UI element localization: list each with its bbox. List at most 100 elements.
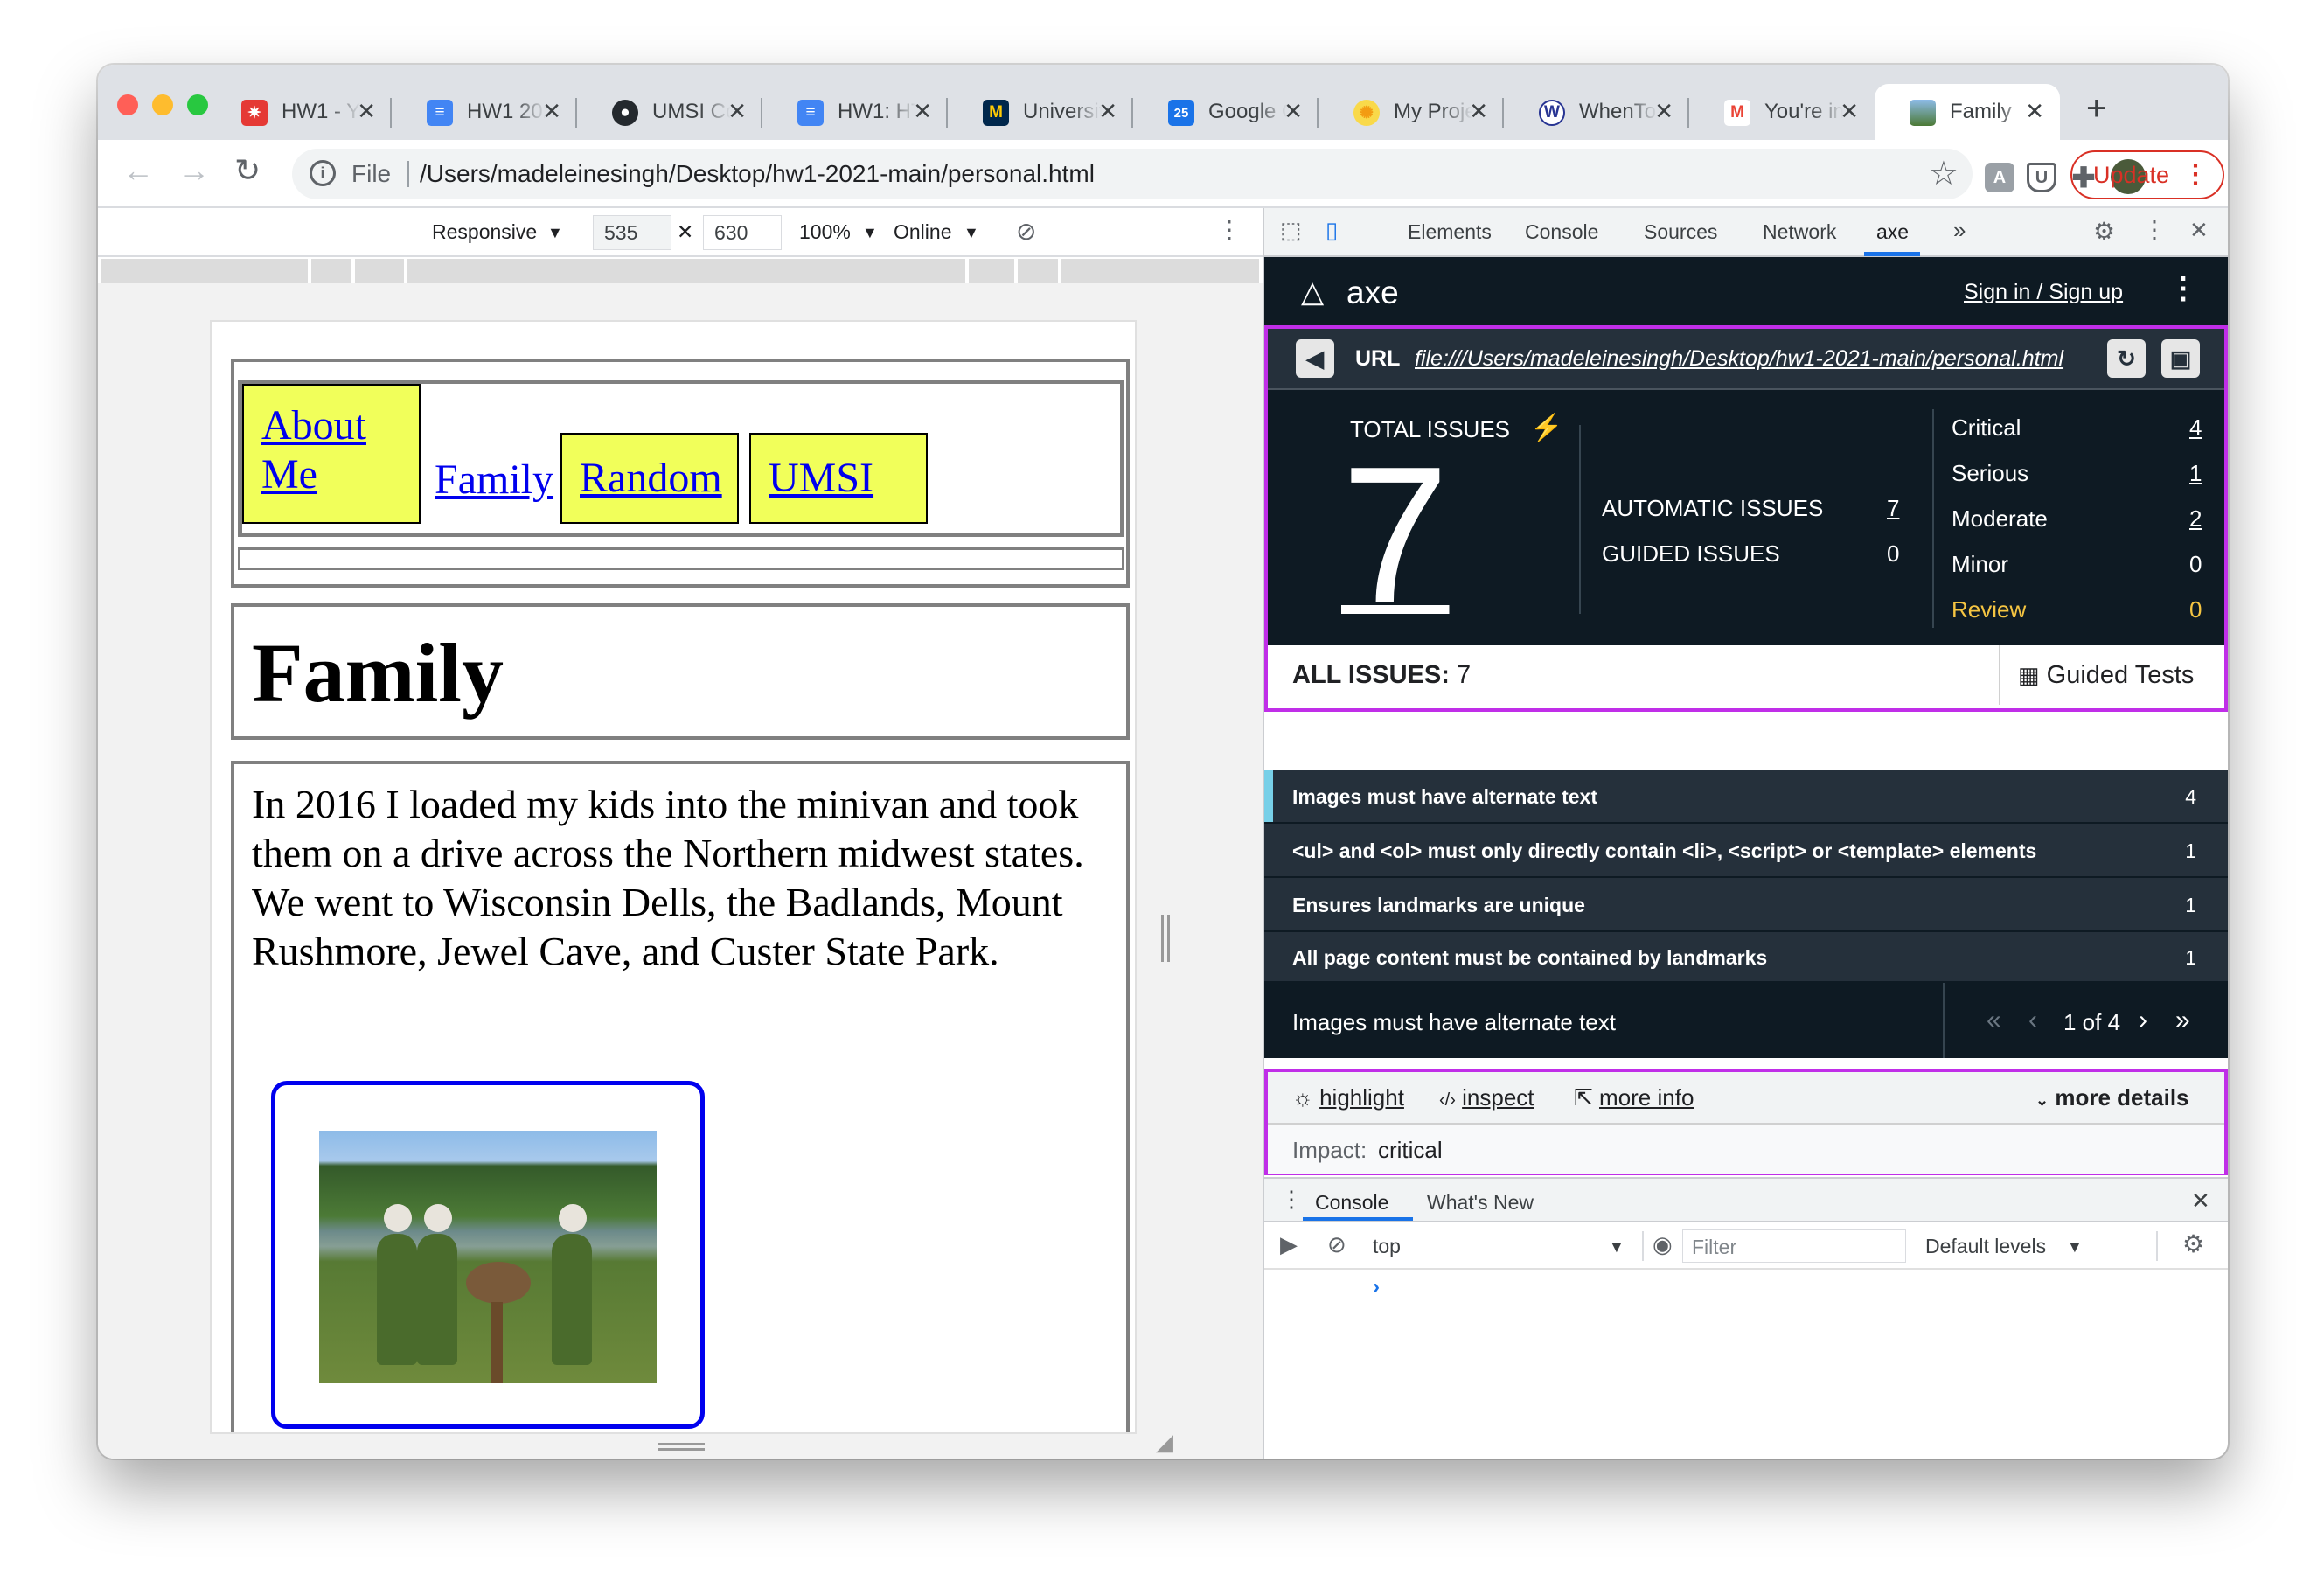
close-tab-icon[interactable]: ✕ [1840,98,1859,125]
close-drawer-icon[interactable]: ✕ [2191,1188,2210,1215]
first-page-icon[interactable]: « [1987,1006,2001,1035]
highlight-action[interactable]: ☼ highlight [1292,1084,1404,1111]
browser-tab[interactable]: 25 Google Calendar ✕ [1133,84,1319,140]
save-icon[interactable]: ▣ [2161,339,2200,378]
sign-in-link[interactable]: Sign in / Sign up [1964,280,2123,305]
extension-icon[interactable]: A [1985,163,2014,192]
resize-handle-bottom[interactable] [658,1443,705,1451]
nav-link-about-me[interactable]: About Me [242,384,421,524]
close-tab-icon[interactable]: ✕ [1469,98,1488,125]
close-tab-icon[interactable]: ✕ [357,98,376,125]
close-tab-icon[interactable]: ✕ [1284,98,1303,125]
console-settings-icon[interactable]: ⚙ [2182,1229,2204,1258]
clear-console-icon[interactable]: ⊘ [1327,1231,1346,1258]
nav-link-family[interactable]: Family [435,456,553,505]
browser-tab[interactable]: ● UMSI Course ✕ [577,84,762,140]
issue-title: Images must have alternate text [1292,785,1597,808]
browser-tab[interactable]: M You're invited ✕ [1689,84,1875,140]
severity-critical-count[interactable]: 4 [2189,414,2202,442]
nav-link-random[interactable]: Random [560,433,739,524]
issue-row[interactable]: Ensures landmarks are unique 1 [1264,878,2228,932]
browser-tab[interactable]: ✷ HW1 - Your ✕ [206,84,392,140]
back-circle-icon[interactable]: ◀ [1296,339,1334,378]
forward-button[interactable]: → [178,152,210,189]
last-page-icon[interactable]: » [2175,1006,2190,1035]
minimize-window-button[interactable] [152,94,173,115]
browser-tab[interactable]: ≡ HW1 2021 ✕ [392,84,577,140]
total-issues-count[interactable]: 7 [1341,438,1449,632]
all-issues-label: ALL ISSUES: 7 [1292,661,1472,689]
issue-row[interactable]: <ul> and <ol> must only directly contain… [1264,824,2228,878]
console-prompt-icon[interactable]: › [1373,1275,1380,1299]
browser-tab[interactable]: ✺ My Projects ✕ [1319,84,1504,140]
log-levels-select[interactable]: Default levels [1925,1235,2046,1258]
resize-handle-right[interactable] [1161,915,1170,962]
address-bar[interactable]: i File /Users/madeleinesingh/Desktop/hw1… [292,149,1973,199]
close-tab-icon[interactable]: ✕ [1098,98,1117,125]
inspect-action[interactable]: ‹/› inspect [1439,1084,1534,1111]
tab-elements[interactable]: Elements [1408,220,1492,244]
browser-tab[interactable]: ≡ HW1: HTML ✕ [762,84,948,140]
browser-tab-active[interactable]: Family ✕ [1875,84,2060,140]
network-throttle-select[interactable]: Online [894,220,951,244]
close-tab-icon[interactable]: ✕ [542,98,561,125]
rescan-icon[interactable]: ↻ [2107,339,2146,378]
device-menu-icon[interactable]: ⋮ [1217,215,1242,244]
reload-button[interactable]: ↻ [234,152,261,189]
more-details-toggle[interactable]: ⌄ more details [2035,1084,2189,1111]
zoom-select[interactable]: 100% [799,220,851,244]
axe-menu-icon[interactable]: ⋮ [2168,271,2198,306]
context-select[interactable]: top [1373,1235,1401,1258]
shield-extension-icon[interactable]: U [2027,163,2056,192]
close-devtools-icon[interactable]: ✕ [2189,217,2209,244]
tab-network[interactable]: Network [1763,220,1836,244]
drawer-tab-console[interactable]: Console [1315,1191,1388,1215]
drawer-tab-whats-new[interactable]: What's New [1427,1191,1534,1215]
close-tab-icon[interactable]: ✕ [1654,98,1673,125]
nav-link-umsi[interactable]: UMSI [749,433,928,524]
browser-tab[interactable]: M University ✕ [948,84,1133,140]
update-button[interactable]: Update ⋮ [2070,150,2224,199]
console-filter-input[interactable]: Filter [1682,1229,1906,1263]
severity-moderate-count[interactable]: 2 [2189,505,2202,533]
devtools-menu-icon[interactable]: ⋮ [2142,215,2167,244]
severity-serious-count[interactable]: 1 [2189,460,2202,487]
tab-console[interactable]: Console [1525,220,1598,244]
settings-gear-icon[interactable]: ⚙ [2093,217,2115,246]
previous-page-icon[interactable]: ‹ [2028,1006,2037,1035]
inspect-element-icon[interactable]: ⬚ [1280,217,1302,244]
new-tab-button[interactable]: + [2072,84,2125,140]
close-window-button[interactable] [117,94,138,115]
media-query-ruler[interactable] [101,259,1259,283]
resize-corner-icon[interactable]: ◢ [1156,1429,1173,1456]
severity-serious-label: Serious [1952,460,2029,486]
zoom-window-button[interactable] [187,94,208,115]
device-mode-select[interactable]: Responsive [432,220,537,244]
drawer-menu-icon[interactable]: ⋮ [1280,1186,1303,1213]
scanned-url-link[interactable]: file:///Users/madeleinesingh/Desktop/hw1… [1415,346,2063,372]
sidebar-toggle-icon[interactable]: ▶ [1280,1231,1298,1258]
more-tabs-icon[interactable]: » [1953,217,1966,244]
tab-sources[interactable]: Sources [1644,220,1717,244]
url-text[interactable]: /Users/madeleinesingh/Desktop/hw1-2021-m… [420,160,1095,188]
device-height-input[interactable] [703,215,782,250]
close-tab-icon[interactable]: ✕ [913,98,932,125]
eye-icon[interactable]: ◉ [1653,1231,1673,1258]
bookmark-star-icon[interactable]: ☆ [1929,154,1959,193]
device-toggle-icon[interactable]: ▯ [1326,217,1338,244]
device-width-input[interactable] [593,215,671,250]
issue-row[interactable]: All page content must be contained by la… [1264,932,2228,983]
close-tab-icon[interactable]: ✕ [2025,98,2044,125]
issue-row[interactable]: Images must have alternate text 4 [1264,770,2228,824]
more-info-action[interactable]: ⇱ more info [1574,1084,1694,1111]
info-icon[interactable]: i [310,160,336,186]
tab-axe[interactable]: axe [1876,220,1909,244]
next-page-icon[interactable]: › [2139,1006,2147,1035]
browser-tab[interactable]: W WhenToMeet ✕ [1504,84,1689,140]
photo-person [377,1204,417,1365]
automatic-issues-count[interactable]: 7 [1887,495,1899,522]
guided-tests-button[interactable]: ▦ Guided Tests [1999,645,2224,705]
rotate-icon[interactable]: ⊘ [1016,217,1036,246]
back-button[interactable]: ← [122,152,154,189]
close-tab-icon[interactable]: ✕ [727,98,747,125]
